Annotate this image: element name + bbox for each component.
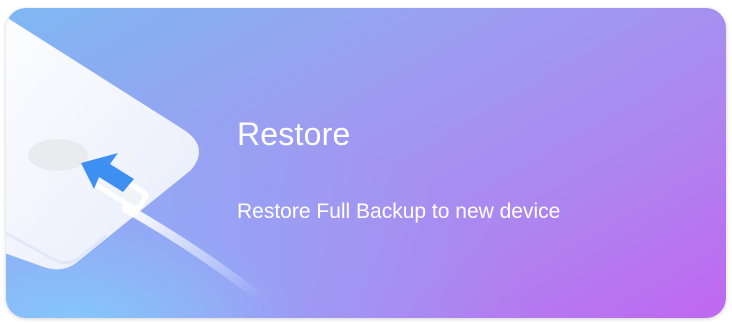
card-subtitle: Restore Full Backup to new device [237,200,561,223]
card-title: Restore [237,116,351,152]
restore-card[interactable]: Restore Restore Full Backup to new devic… [6,8,726,318]
restore-illustration [6,17,266,303]
